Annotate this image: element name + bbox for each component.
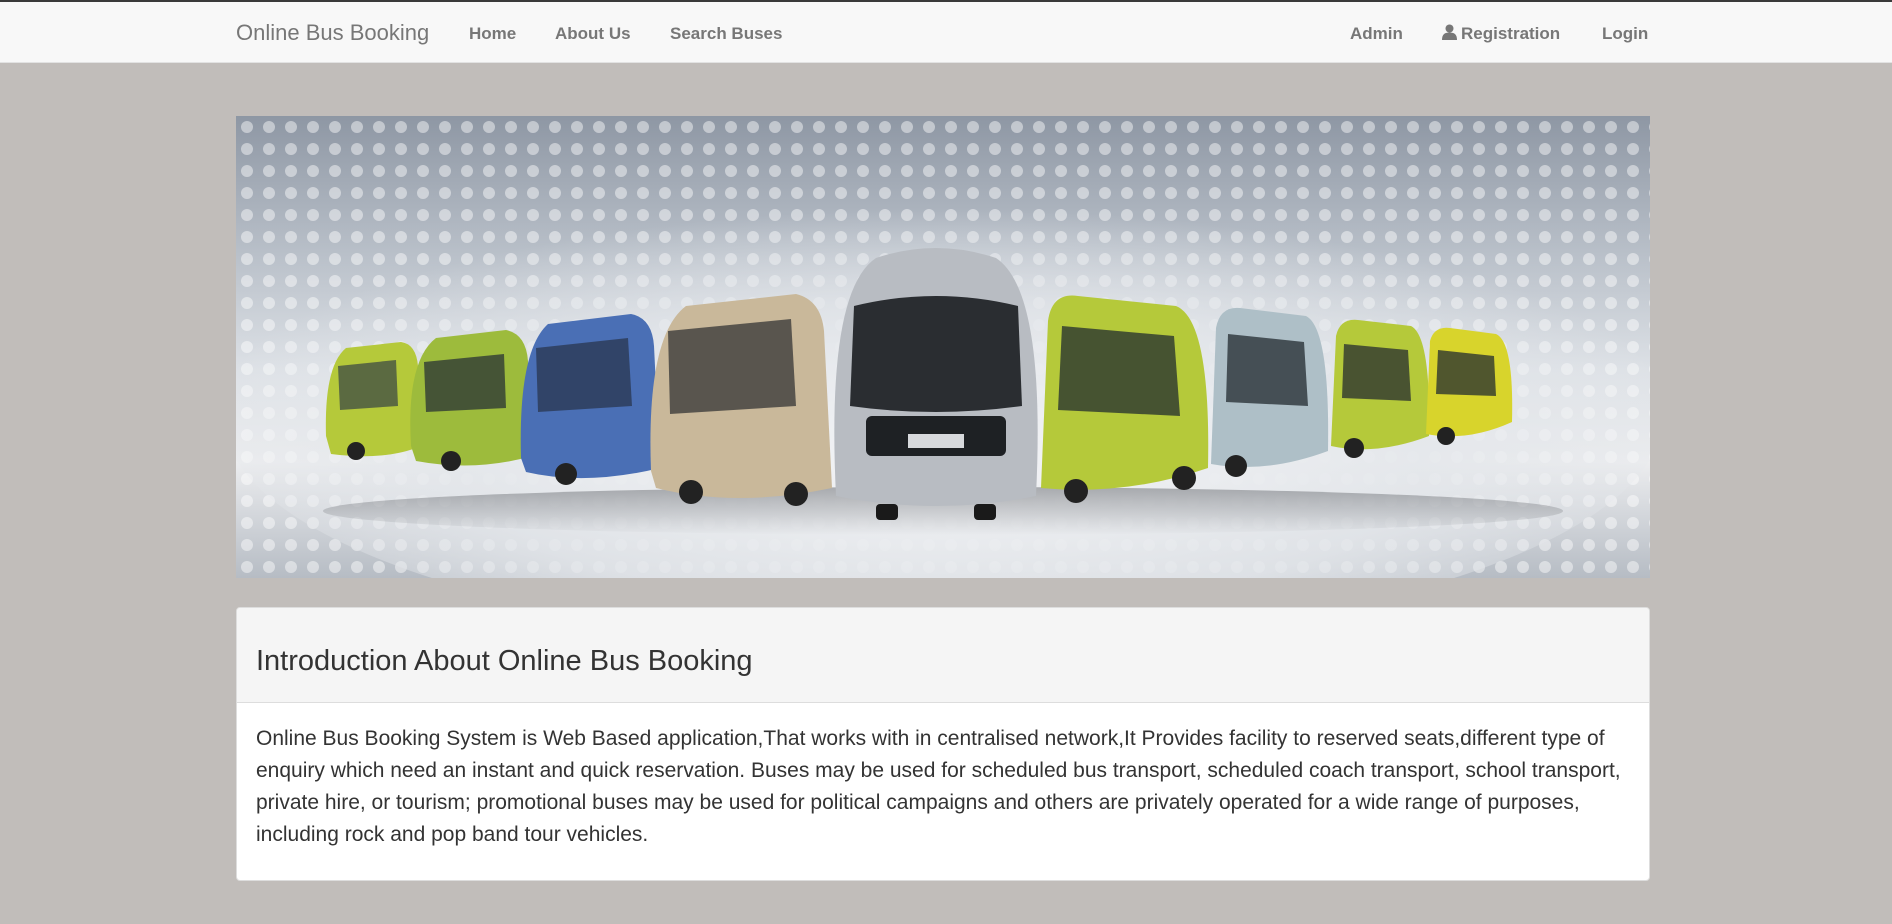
nav-login[interactable]: Login bbox=[1602, 24, 1648, 44]
navbar: Online Bus Booking Home About Us Search … bbox=[0, 2, 1892, 63]
bus-3 bbox=[520, 314, 660, 485]
nav-search-buses[interactable]: Search Buses bbox=[670, 24, 782, 44]
bus-6 bbox=[1041, 295, 1209, 503]
bus-4 bbox=[650, 294, 832, 506]
intro-body: Online Bus Booking System is Web Based a… bbox=[256, 727, 1621, 846]
intro-panel-heading: Introduction About Online Bus Booking bbox=[237, 608, 1649, 703]
bus-fleet-banner bbox=[236, 116, 1650, 578]
intro-title: Introduction About Online Bus Booking bbox=[256, 645, 753, 677]
nav-about-us[interactable]: About Us bbox=[555, 24, 631, 44]
bus-8 bbox=[1331, 319, 1430, 458]
intro-panel: Introduction About Online Bus Booking On… bbox=[236, 607, 1650, 881]
bus-1 bbox=[325, 342, 421, 460]
user-icon bbox=[1442, 24, 1457, 45]
bus-center bbox=[834, 248, 1038, 520]
nav-admin[interactable]: Admin bbox=[1350, 24, 1403, 44]
nav-home[interactable]: Home bbox=[469, 24, 516, 44]
bus-7 bbox=[1211, 307, 1329, 477]
bus-2 bbox=[410, 330, 532, 471]
brand-link[interactable]: Online Bus Booking bbox=[236, 20, 429, 46]
nav-registration[interactable]: Registration bbox=[1442, 24, 1560, 45]
registration-label: Registration bbox=[1461, 24, 1561, 43]
